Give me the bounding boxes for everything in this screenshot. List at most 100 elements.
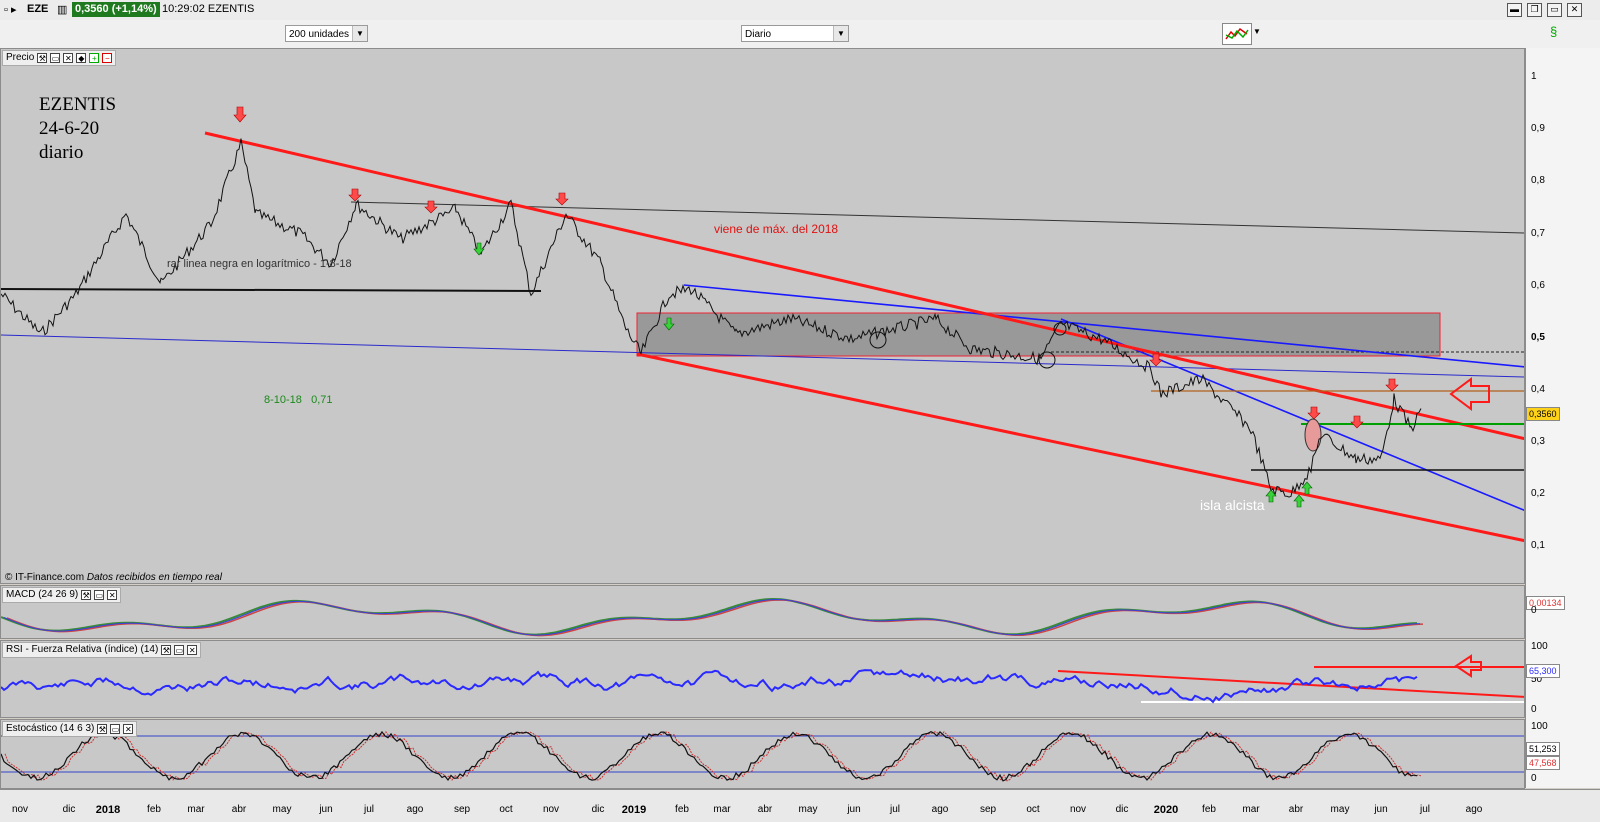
- close-icon[interactable]: ✕: [187, 645, 198, 655]
- title-line: EZENTIS: [39, 94, 117, 115]
- down-arrow-icon: [348, 188, 362, 202]
- x-tick: feb: [675, 804, 689, 815]
- y-tick: 1: [1531, 71, 1537, 82]
- chevron-down-icon[interactable]: ▼: [1253, 27, 1261, 36]
- lock-icon[interactable]: ▥: [57, 3, 67, 16]
- window-icon[interactable]: ▭: [174, 645, 185, 655]
- big-left-arrow-icon: [1449, 377, 1490, 411]
- trend-line-red-upper: [204, 131, 1524, 441]
- x-tick: abr: [231, 804, 247, 815]
- y-tick: 0,1: [1531, 540, 1545, 551]
- y-tick: 100: [1531, 641, 1548, 652]
- y-tick: 0,3: [1531, 436, 1545, 447]
- refresh-icon[interactable]: §: [1550, 24, 1557, 39]
- source-label: © IT-Finance.com: [5, 572, 85, 583]
- chart-toolbar: 200 unidades ▼ Diario ▼ ▼ §: [0, 20, 1600, 49]
- x-tick: jul: [363, 804, 375, 815]
- down-arrow-icon: [1350, 415, 1364, 429]
- chart-title-block: EZENTIS 24-6-20 diario: [39, 93, 116, 165]
- macd-label: MACD (24 26 9): [6, 589, 79, 600]
- macd-panel-header: MACD (24 26 9) ⚒ ▭ ✕: [2, 587, 122, 603]
- maximize-button[interactable]: ❐: [1527, 3, 1542, 17]
- stoch-label: Estocástico (14 6 3): [6, 723, 95, 734]
- x-tick: jun: [1374, 804, 1388, 815]
- close-icon[interactable]: ✕: [63, 53, 74, 63]
- down-arrow-icon: [1385, 378, 1399, 392]
- add-panel-icon[interactable]: +: [89, 53, 100, 63]
- source-note: Datos recibidos en tiempo real: [86, 572, 222, 583]
- chevron-down-icon[interactable]: ▼: [833, 26, 848, 41]
- x-tick: oct: [499, 804, 513, 815]
- last-price-badge: 0,3560: [1526, 407, 1560, 421]
- macd-histogram-line: [3, 598, 1421, 636]
- window-titlebar: ▫ ▸ EZE ▥ 0,3560 (+1,14%) 10:29:02 EZENT…: [0, 0, 1600, 21]
- x-tick: may: [1330, 804, 1350, 815]
- stoch-k-badge: 51,253: [1526, 742, 1560, 756]
- wrench-icon[interactable]: ⚒: [161, 645, 172, 655]
- symbol-label: EZE: [27, 3, 49, 15]
- x-tick: dic: [62, 804, 76, 815]
- price-panel-label: Precio: [6, 52, 35, 63]
- title-line: 24-6-20: [39, 118, 100, 139]
- y-tick: 0,5: [1531, 332, 1545, 343]
- x-tick: 2019: [621, 804, 647, 816]
- gap-ellipse: [1304, 418, 1322, 452]
- macd-signal-line: [6, 599, 1424, 637]
- close-button[interactable]: ✕: [1567, 3, 1582, 17]
- time-symbol-label: 10:29:02 EZENTIS: [162, 3, 255, 15]
- stoch-chart-svg: [1, 730, 1524, 782]
- x-tick: 2018: [95, 804, 121, 816]
- y-tick: 0,6: [1531, 280, 1545, 291]
- fill-icon[interactable]: ◆: [76, 53, 87, 63]
- support-line-black: [1, 288, 542, 292]
- restore-button[interactable]: ▭: [1547, 3, 1562, 17]
- x-tick: mar: [187, 804, 205, 815]
- wrench-icon[interactable]: ⚒: [81, 590, 92, 600]
- chevron-down-icon[interactable]: ▼: [352, 26, 367, 41]
- x-tick: dic: [591, 804, 605, 815]
- annotation-date: 8-10-18 0,71: [264, 394, 333, 406]
- units-select[interactable]: 200 unidades ▼: [285, 25, 368, 42]
- indicators-icon[interactable]: [1222, 23, 1252, 45]
- source-footer: © IT-Finance.com Datos recibidos en tiem…: [5, 572, 222, 583]
- price-change-badge: 0,3560 (+1,14%): [72, 2, 160, 17]
- close-icon[interactable]: ✕: [123, 724, 134, 734]
- price-panel-header: Precio ⚒ ▭ ✕ ◆ + −: [2, 50, 117, 66]
- macd-panel: MACD (24 26 9) ⚒ ▭ ✕: [0, 585, 1525, 639]
- remove-panel-icon[interactable]: −: [102, 53, 113, 63]
- y-tick: 0,9: [1531, 123, 1545, 134]
- x-tick: sep: [979, 804, 997, 815]
- rsi-series: [1, 669, 1418, 704]
- window-icon[interactable]: ▭: [110, 724, 121, 734]
- rsi-panel: RSI - Fuerza Relativa (índice) (14) ⚒ ▭ …: [0, 640, 1525, 718]
- x-tick: nov: [11, 804, 29, 815]
- y-tick: 0: [1531, 605, 1537, 616]
- y-tick: 0,4: [1531, 384, 1545, 395]
- x-tick: jul: [1419, 804, 1431, 815]
- minimize-button[interactable]: ▬: [1507, 3, 1522, 17]
- x-tick: abr: [1288, 804, 1304, 815]
- x-tick: jul: [889, 804, 901, 815]
- window-icon[interactable]: ▭: [50, 53, 61, 63]
- down-arrow-icon: [233, 106, 247, 123]
- period-select[interactable]: Diario ▼: [741, 25, 849, 42]
- stoch-panel: Estocástico (14 6 3) ⚒ ▭ ✕: [0, 719, 1525, 789]
- window-icon[interactable]: ▭: [94, 590, 105, 600]
- wrench-icon[interactable]: ⚒: [37, 53, 48, 63]
- up-arrow-icon: [1293, 494, 1305, 508]
- rsi-panel-header: RSI - Fuerza Relativa (índice) (14) ⚒ ▭ …: [2, 642, 202, 658]
- window-menu-icon[interactable]: ▫ ▸: [4, 3, 16, 16]
- x-tick: ago: [931, 804, 949, 815]
- y-tick: 0,2: [1531, 488, 1545, 499]
- x-tick: feb: [1202, 804, 1216, 815]
- annotation-island: isla alcista: [1200, 497, 1265, 513]
- stoch-d-badge: 47,568: [1526, 756, 1560, 770]
- rsi-chart-svg: [1, 654, 1524, 704]
- annotation-log: rar linea negra en logarítmico - 1-8-18: [167, 258, 352, 270]
- y-tick: 0,8: [1531, 175, 1545, 186]
- x-tick: nov: [542, 804, 560, 815]
- wrench-icon[interactable]: ⚒: [97, 724, 108, 734]
- close-icon[interactable]: ✕: [107, 590, 118, 600]
- sell-signal-arrows: [233, 106, 1399, 429]
- rsi-label: RSI - Fuerza Relativa (índice) (14): [6, 644, 159, 655]
